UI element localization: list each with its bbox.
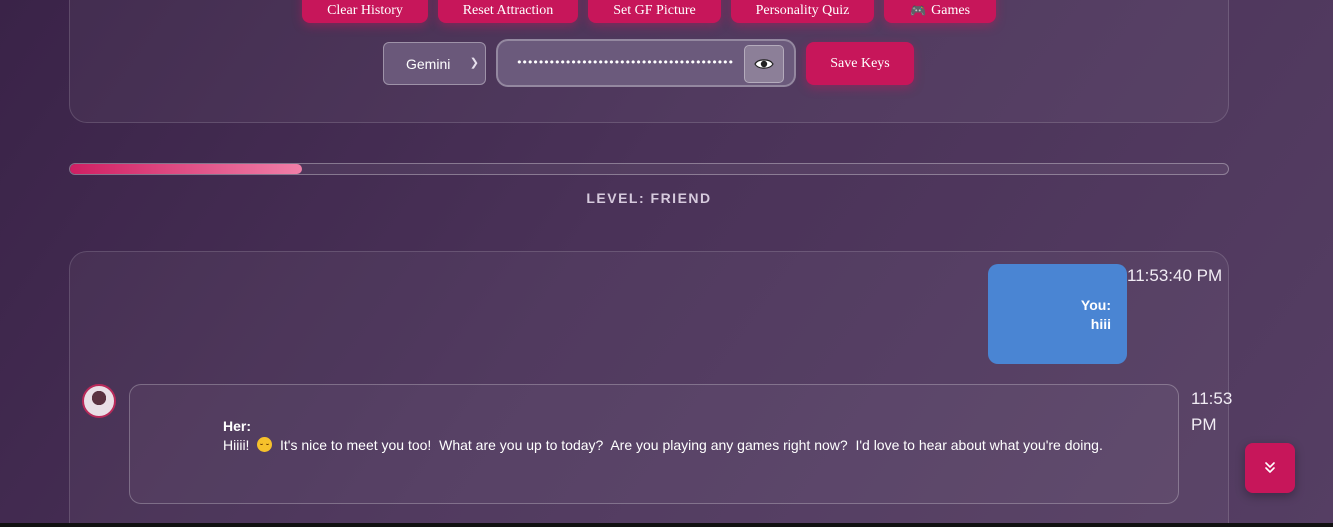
her-sender: Her: [223,418,252,434]
chevron-down-icon: ❯ [469,57,479,69]
double-chevron-down-icon [1265,462,1275,473]
her-message-bubble: Her: Hiiii! It's nice to meet you too! W… [129,384,1179,504]
user-sender: You: [1080,297,1111,313]
model-select[interactable]: Gemini ❯ [383,42,486,85]
bottom-edge [0,523,1333,527]
level-prefix: LEVEL: [586,190,646,206]
personality-quiz-button[interactable]: Personality Quiz [731,0,874,23]
eye-icon [754,59,774,69]
user-message-time: 11:53:40 PM [1127,266,1223,285]
level-label: LEVEL: FRIEND [0,190,1298,206]
model-select-value: Gemini [406,55,451,72]
level-value: FRIEND [650,190,712,206]
user-message-bubble: You: hiii [988,264,1127,364]
progress-fill [70,164,302,174]
smiling-face-icon [257,437,273,452]
her-message-text-start: Hiiii! [223,437,258,453]
attraction-progress-bar [69,163,1229,175]
games-label: Games [931,2,971,18]
gf-avatar [82,384,116,418]
set-gf-picture-button[interactable]: Set GF Picture [588,0,721,23]
toggle-visibility-button[interactable] [744,45,784,83]
gamepad-icon: 🎮 [909,2,927,18]
her-message-time: 11:53 PM [1191,389,1233,434]
clear-history-button[interactable]: Clear History [302,0,428,23]
scroll-to-bottom-button[interactable] [1245,443,1295,493]
user-message-text: hiii [1090,316,1111,332]
api-key-field: •••••••••••••••••••••••••••••••••••••••• [496,39,796,87]
reset-attraction-button[interactable]: Reset Attraction [438,0,578,23]
api-key-input[interactable]: •••••••••••••••••••••••••••••••••••••••• [516,51,736,75]
games-button[interactable]: 🎮 Games [884,0,996,23]
her-message-text-end: It's nice to meet you too! What are you … [272,437,1103,453]
save-keys-button[interactable]: Save Keys [806,42,914,85]
